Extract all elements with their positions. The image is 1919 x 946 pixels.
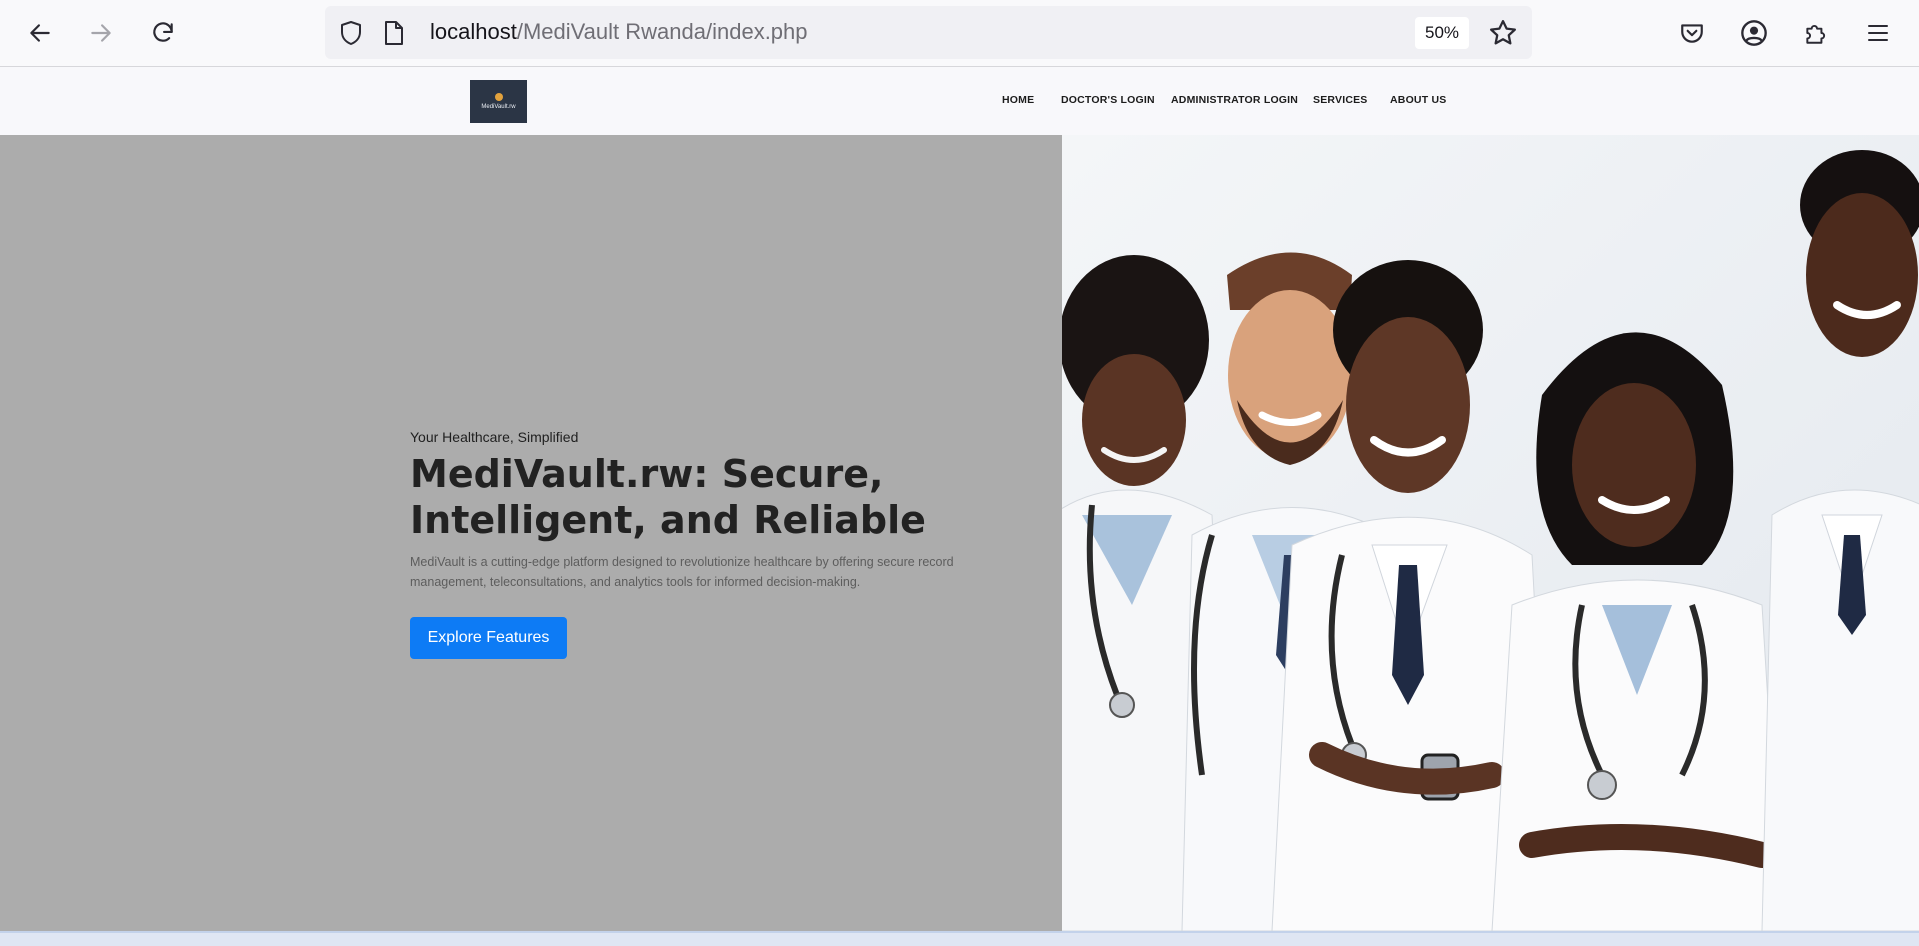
arrow-left-icon [30, 24, 50, 42]
puzzle-icon [1806, 25, 1826, 44]
hero-title: MediVault.rw: Secure, Intelligent, and R… [410, 452, 926, 542]
logo-text: MediVault.rw [481, 104, 516, 110]
site-logo[interactable]: MediVault.rw [470, 80, 527, 123]
hamburger-icon [1868, 25, 1888, 41]
doctors-photo-illustration [1062, 135, 1919, 931]
hero-description: MediVault is a cutting-edge platform des… [410, 555, 954, 589]
taskbar-strip [0, 931, 1919, 946]
url-path: /MediVault Rwanda/index.php [516, 19, 808, 44]
pocket-icon [1681, 24, 1703, 43]
reload-button[interactable] [145, 15, 181, 51]
arrow-right-icon [91, 24, 111, 42]
explore-features-button[interactable]: Explore Features [410, 617, 567, 659]
page-icon[interactable] [383, 20, 405, 46]
reload-icon [153, 22, 173, 42]
forward-button[interactable] [83, 15, 119, 51]
browser-toolbar: localhost/MediVault Rwanda/index.php 50% [0, 0, 1919, 67]
account-icon [1741, 20, 1767, 46]
shield-icon[interactable] [339, 20, 363, 46]
bookmark-star-icon[interactable] [1488, 18, 1518, 48]
extensions-button[interactable] [1798, 15, 1834, 51]
nav-home[interactable]: HOME [1002, 94, 1034, 106]
url-host: localhost [430, 19, 517, 44]
nav-services[interactable]: SERVICES [1313, 94, 1368, 106]
back-button[interactable] [22, 15, 58, 51]
zoom-level-button[interactable]: 50% [1415, 17, 1470, 49]
account-button[interactable] [1736, 15, 1772, 51]
nav-administrator-login[interactable]: ADMINISTRATOR LOGIN [1171, 94, 1298, 106]
nav-about-us[interactable]: ABOUT US [1390, 94, 1446, 106]
menu-button[interactable] [1860, 15, 1896, 51]
pocket-button[interactable] [1674, 15, 1710, 51]
site-header: MediVault.rw HOME DOCTOR'S LOGIN ADMINIS… [0, 67, 1919, 135]
logo-mark-icon [494, 93, 503, 101]
url-text[interactable]: localhost/MediVault Rwanda/index.php [430, 19, 808, 45]
address-bar[interactable]: localhost/MediVault Rwanda/index.php 50% [325, 6, 1532, 59]
hero-eyebrow: Your Healthcare, Simplified [410, 429, 579, 445]
hero-doctors-image [1062, 135, 1919, 931]
nav-doctors-login[interactable]: DOCTOR'S LOGIN [1061, 94, 1155, 106]
